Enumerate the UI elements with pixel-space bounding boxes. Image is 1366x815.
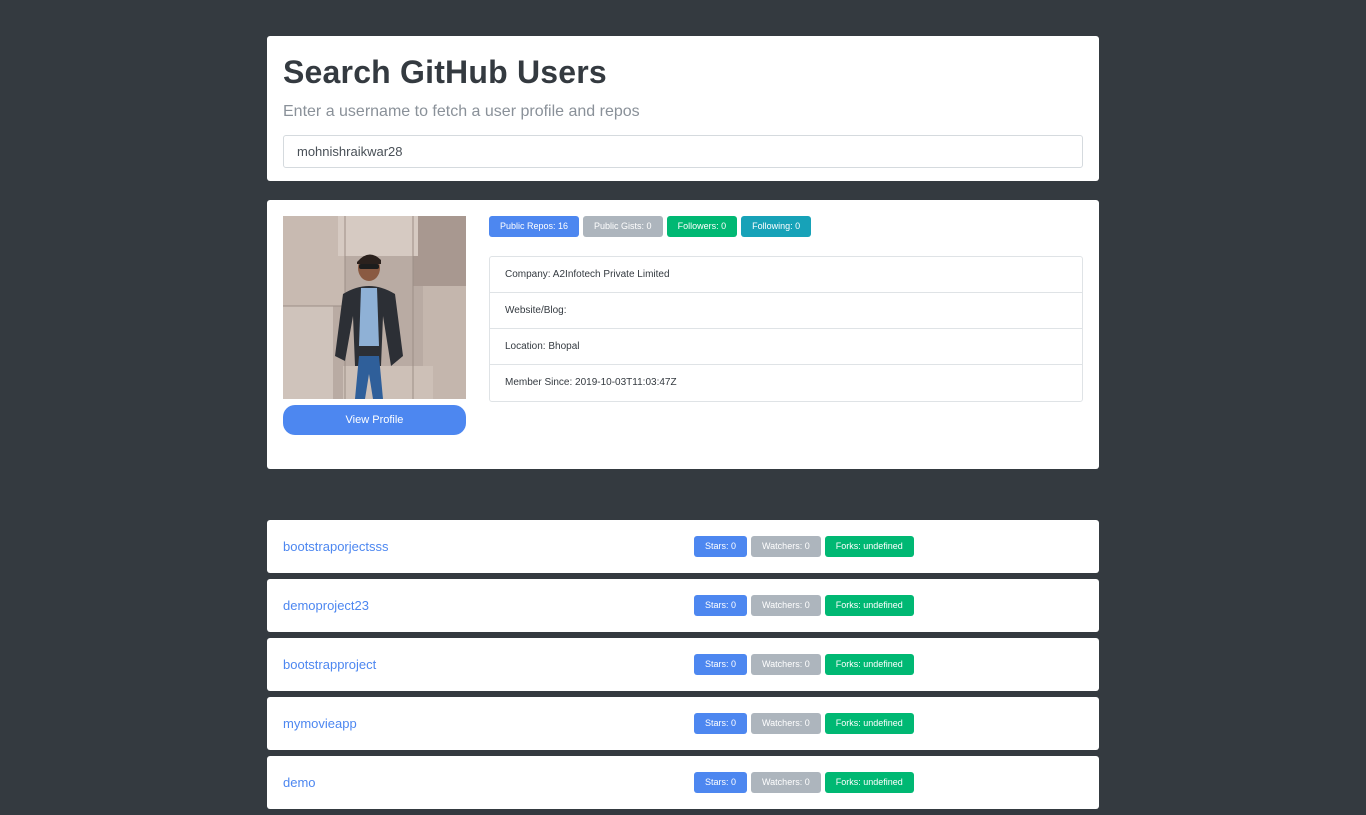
- repo-card: bootstraporjectsss Stars: 0 Watchers: 0 …: [267, 520, 1099, 573]
- page-subtitle: Enter a username to fetch a user profile…: [283, 103, 640, 120]
- repo-card: bootstrapproject Stars: 0 Watchers: 0 Fo…: [267, 638, 1099, 691]
- stars-badge: Stars: 0: [694, 536, 748, 557]
- forks-badge: Forks: undefined: [824, 536, 914, 557]
- repo-link[interactable]: demo: [283, 756, 316, 809]
- repo-card: mymovieapp Stars: 0 Watchers: 0 Forks: u…: [267, 697, 1099, 750]
- forks-badge: Forks: undefined: [824, 654, 914, 675]
- repo-link[interactable]: bootstraporjectsss: [283, 520, 389, 573]
- watchers-badge: Watchers: 0: [751, 772, 821, 793]
- following-badge: Following: 0: [741, 216, 812, 237]
- repo-link[interactable]: bootstrapproject: [283, 638, 376, 691]
- watchers-badge: Watchers: 0: [751, 654, 821, 675]
- forks-badge: Forks: undefined: [824, 772, 914, 793]
- followers-badge: Followers: 0: [666, 216, 738, 237]
- public-gists-badge: Public Gists: 0: [583, 216, 663, 237]
- forks-badge: Forks: undefined: [824, 595, 914, 616]
- watchers-badge: Watchers: 0: [751, 595, 821, 616]
- repo-badges: Stars: 0 Watchers: 0 Forks: undefined: [694, 595, 914, 616]
- avatar: [283, 216, 466, 399]
- repo-card: demo Stars: 0 Watchers: 0 Forks: undefin…: [267, 756, 1099, 809]
- profile-info-list: Company: A2Infotech Private Limited Webs…: [489, 256, 1083, 402]
- view-profile-button[interactable]: View Profile: [283, 405, 466, 435]
- repo-card: demoproject23 Stars: 0 Watchers: 0 Forks…: [267, 579, 1099, 632]
- watchers-badge: Watchers: 0: [751, 713, 821, 734]
- website-item: Website/Blog:: [490, 293, 1082, 329]
- forks-badge: Forks: undefined: [824, 713, 914, 734]
- location-item: Location: Bhopal: [490, 329, 1082, 365]
- repo-badges: Stars: 0 Watchers: 0 Forks: undefined: [694, 654, 914, 675]
- public-repos-badge: Public Repos: 16: [489, 216, 580, 237]
- repo-link[interactable]: mymovieapp: [283, 697, 357, 750]
- stars-badge: Stars: 0: [694, 595, 748, 616]
- member-since-item: Member Since: 2019-10-03T11:03:47Z: [505, 377, 677, 388]
- page-title: Search GitHub Users: [283, 54, 607, 90]
- profile-stats-badges: Public Repos: 16 Public Gists: 0 Followe…: [489, 216, 812, 237]
- stars-badge: Stars: 0: [694, 654, 748, 675]
- repo-link[interactable]: demoproject23: [283, 579, 369, 632]
- stars-badge: Stars: 0: [694, 772, 748, 793]
- stars-badge: Stars: 0: [694, 713, 748, 734]
- repo-badges: Stars: 0 Watchers: 0 Forks: undefined: [694, 536, 914, 557]
- repo-badges: Stars: 0 Watchers: 0 Forks: undefined: [694, 713, 914, 734]
- profile-card: View Profile Public Repos: 16 Public Gis…: [267, 200, 1099, 469]
- watchers-badge: Watchers: 0: [751, 536, 821, 557]
- search-card: Search GitHub Users Enter a username to …: [267, 36, 1099, 181]
- username-search-input[interactable]: [283, 135, 1083, 168]
- company-item: Company: A2Infotech Private Limited: [490, 257, 1082, 293]
- repo-badges: Stars: 0 Watchers: 0 Forks: undefined: [694, 772, 914, 793]
